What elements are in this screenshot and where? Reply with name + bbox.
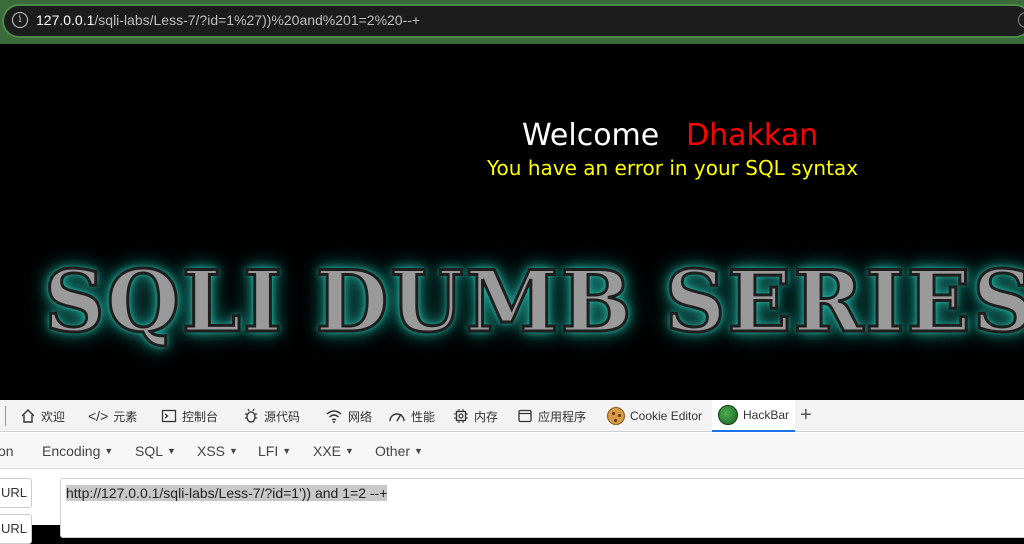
url-path: /sqli-labs/Less-7/?id=1%27))%20and%201=2… (94, 12, 421, 28)
tab-label: 欢迎 (41, 409, 66, 424)
button-label: URL (0, 485, 27, 500)
tab-label: 元素 (113, 409, 138, 424)
window-icon (518, 409, 532, 423)
load-url-button[interactable]: URL (0, 478, 32, 508)
hackbar-logo-icon (718, 405, 738, 425)
menu-encoding[interactable]: Encoding ▼ (42, 443, 113, 459)
page-content: Welcome Dhakkan You have an error in you… (0, 44, 1024, 400)
code-icon: </> (88, 408, 109, 424)
devtools-tab-bar: 欢迎 </> 元素 控制台 源代码 网络 性能 内存 应用程序 Cookie E… (0, 400, 1024, 432)
chip-icon (454, 409, 468, 423)
tab-label: 控制台 (182, 409, 219, 424)
menu-label: XSS (197, 443, 226, 459)
caret-down-icon: ▼ (414, 446, 423, 456)
console-icon (161, 409, 177, 423)
tab-label: 内存 (474, 409, 499, 424)
tab-console[interactable]: 控制台 (161, 400, 218, 432)
tab-elements[interactable]: </> 元素 (88, 400, 137, 432)
panel-edge (0, 406, 6, 426)
tab-label: 性能 (411, 409, 436, 424)
menu-label: Encoding (42, 443, 101, 459)
caret-down-icon: ▼ (282, 446, 292, 456)
hackbar-menu: on Encoding ▼ SQL ▼ XSS ▼ LFI ▼ XXE ▼ Other ▼ (0, 433, 1024, 469)
sql-error-message: You have an error in your SQL syntax (487, 156, 859, 180)
tab-label: 源代码 (264, 409, 301, 424)
menu-label: SQL (135, 443, 164, 459)
add-tab-icon[interactable]: + (800, 404, 812, 427)
menu-label: XXE (313, 443, 342, 459)
menu-xss[interactable]: XSS ▼ (197, 443, 238, 459)
caret-down-icon: ▼ (229, 446, 238, 456)
url-input-text: http://127.0.0.1/sqli-labs/Less-7/?id=1'… (66, 485, 388, 501)
bug-icon (245, 408, 257, 423)
menu-label: on (0, 443, 14, 459)
tab-welcome[interactable]: 欢迎 (20, 400, 65, 432)
tab-memory[interactable]: 内存 (453, 400, 498, 432)
address-url[interactable]: 127.0.0.1/sqli-labs/Less-7/?id=1%27))%20… (36, 12, 420, 28)
gauge-icon (389, 413, 405, 422)
button-label: URL (0, 521, 27, 536)
sqli-banner: SQLI DUMB SERIES (42, 251, 1024, 353)
browser-toolbar: i 127.0.0.1/sqli-labs/Less-7/?id=1%27))%… (0, 0, 1024, 44)
split-url-button[interactable]: URL (0, 514, 32, 544)
url-input[interactable]: http://127.0.0.1/sqli-labs/Less-7/?id=1'… (60, 478, 1024, 538)
caret-down-icon: ▼ (345, 446, 354, 456)
tab-cookie-editor[interactable]: Cookie Editor (607, 400, 702, 432)
wifi-icon (326, 410, 342, 423)
menu-xxe[interactable]: XXE ▼ (313, 443, 354, 459)
tab-label: 网络 (348, 409, 373, 424)
menu-label: Other (375, 443, 411, 459)
devtools-panel: 欢迎 </> 元素 控制台 源代码 网络 性能 内存 应用程序 Cookie E… (0, 400, 1024, 544)
tab-hackbar[interactable]: HackBar (712, 400, 796, 432)
menu-other[interactable]: Other ▼ (375, 443, 423, 459)
caret-down-icon: ▼ (104, 446, 114, 456)
menu-lfi[interactable]: LFI ▼ (258, 443, 291, 459)
tab-sources[interactable]: 源代码 (243, 400, 300, 432)
cookie-icon (607, 407, 625, 425)
site-info-icon[interactable]: i (12, 12, 28, 28)
tab-label: 应用程序 (538, 409, 587, 424)
caret-down-icon: ▼ (167, 446, 176, 456)
zoom-icon[interactable] (1018, 12, 1024, 28)
tab-application[interactable]: 应用程序 (517, 400, 586, 432)
welcome-text: Welcome (522, 118, 660, 153)
user-name: Dhakkan (686, 118, 819, 153)
url-host: 127.0.0.1 (36, 12, 95, 28)
menu-load[interactable]: on (0, 443, 14, 459)
address-bar[interactable]: i 127.0.0.1/sqli-labs/Less-7/?id=1%27))%… (2, 4, 1024, 38)
tab-performance[interactable]: 性能 (388, 400, 435, 432)
menu-sql[interactable]: SQL ▼ (135, 443, 176, 459)
tab-label: HackBar (743, 408, 790, 422)
tab-network[interactable]: 网络 (325, 400, 372, 432)
menu-label: LFI (258, 443, 279, 459)
home-icon (21, 409, 35, 423)
tab-label: Cookie Editor (630, 409, 703, 423)
